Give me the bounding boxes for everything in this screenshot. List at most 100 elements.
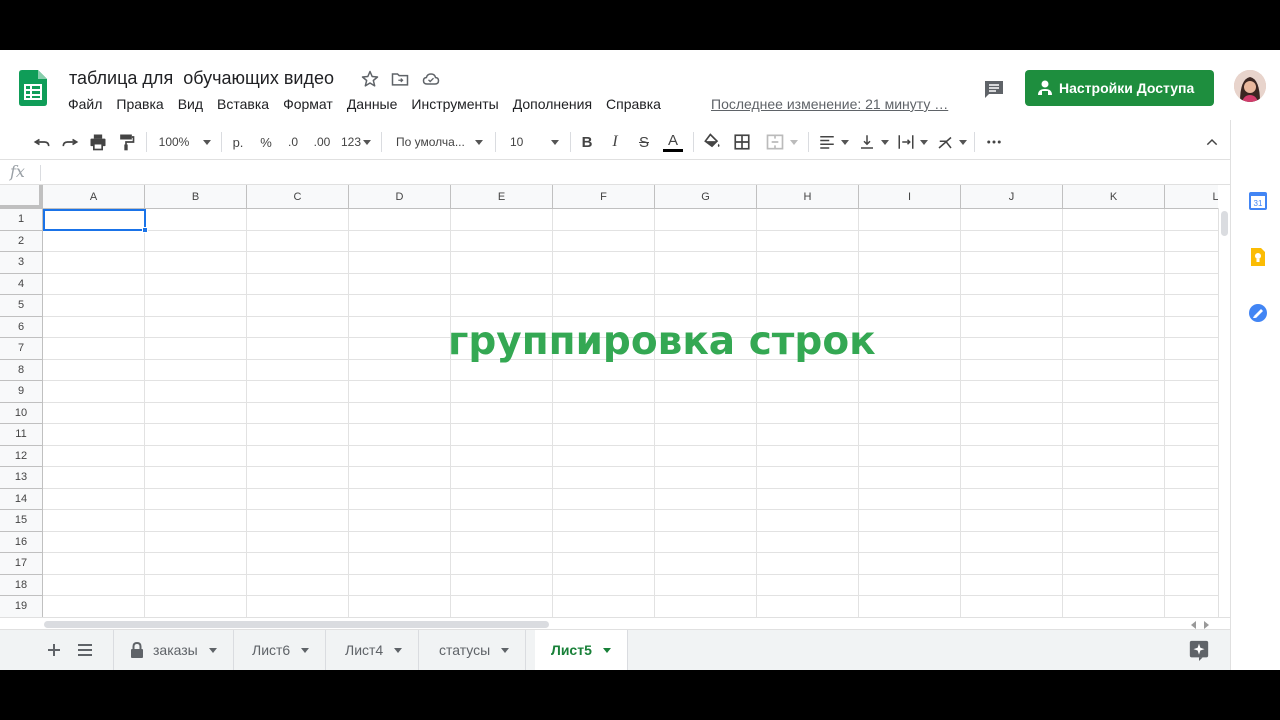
grid-cell[interactable] bbox=[859, 209, 961, 231]
comments-icon[interactable] bbox=[982, 77, 1006, 101]
menu-view[interactable]: Вид bbox=[178, 96, 203, 112]
grid-cell[interactable] bbox=[247, 596, 349, 617]
grid-cell[interactable] bbox=[859, 252, 961, 274]
grid-cell[interactable] bbox=[553, 467, 655, 489]
grid-cell[interactable] bbox=[349, 531, 451, 553]
grid-cell[interactable] bbox=[961, 295, 1063, 317]
grid-cell[interactable] bbox=[451, 252, 553, 274]
grid-cell[interactable] bbox=[655, 553, 757, 575]
grid-cell[interactable] bbox=[349, 510, 451, 532]
grid-cell[interactable] bbox=[247, 316, 349, 338]
grid-cell[interactable] bbox=[145, 359, 247, 381]
vertical-scrollbar[interactable] bbox=[1218, 208, 1230, 657]
grid-cell[interactable] bbox=[553, 209, 655, 231]
fill-handle[interactable] bbox=[142, 227, 148, 233]
rotate-icon[interactable] bbox=[934, 130, 968, 154]
grid-cell[interactable] bbox=[43, 488, 145, 510]
grid-cell[interactable] bbox=[1165, 338, 1218, 360]
column-header[interactable]: F bbox=[553, 185, 655, 209]
print-icon[interactable] bbox=[86, 130, 110, 154]
grid-cell[interactable] bbox=[961, 209, 1063, 231]
grid-cell[interactable] bbox=[1063, 338, 1165, 360]
grid-cell[interactable] bbox=[247, 252, 349, 274]
grid-cell[interactable] bbox=[757, 381, 859, 403]
grid-cell[interactable] bbox=[247, 445, 349, 467]
grid-cell[interactable] bbox=[1165, 359, 1218, 381]
grid-cell[interactable] bbox=[451, 402, 553, 424]
column-header[interactable]: H bbox=[757, 185, 859, 209]
strikethrough-icon[interactable]: S bbox=[633, 130, 655, 154]
grid-cell[interactable] bbox=[247, 574, 349, 596]
column-header[interactable]: K bbox=[1063, 185, 1165, 209]
grid-cell[interactable] bbox=[553, 510, 655, 532]
grid-cell[interactable] bbox=[349, 553, 451, 575]
grid-cell[interactable] bbox=[1165, 273, 1218, 295]
row-header[interactable]: 15 bbox=[0, 510, 43, 532]
grid-cell[interactable] bbox=[349, 273, 451, 295]
grid-cell[interactable] bbox=[349, 381, 451, 403]
grid-cell[interactable] bbox=[145, 574, 247, 596]
grid-cell[interactable] bbox=[859, 230, 961, 252]
grid-cell[interactable] bbox=[349, 424, 451, 446]
grid-cell[interactable] bbox=[961, 445, 1063, 467]
grid-cell[interactable] bbox=[43, 338, 145, 360]
grid-cell[interactable] bbox=[553, 295, 655, 317]
avatar[interactable] bbox=[1234, 70, 1266, 102]
last-edit-link[interactable]: Последнее изменение: 21 минуту … bbox=[711, 96, 948, 112]
grid-cell[interactable] bbox=[553, 252, 655, 274]
grid-cell[interactable] bbox=[43, 467, 145, 489]
grid-cell[interactable] bbox=[757, 467, 859, 489]
grid-cell[interactable] bbox=[757, 209, 859, 231]
grid-cell[interactable] bbox=[349, 295, 451, 317]
grid-cell[interactable] bbox=[43, 531, 145, 553]
row-header[interactable]: 1 bbox=[0, 209, 43, 231]
grid-cell[interactable] bbox=[961, 510, 1063, 532]
sheet-tab-list5[interactable]: Лист5 bbox=[535, 630, 628, 670]
decrease-decimals-button[interactable]: .0 bbox=[282, 130, 304, 154]
grid-cell[interactable] bbox=[247, 488, 349, 510]
row-header[interactable]: 6 bbox=[0, 316, 43, 338]
grid-cell[interactable] bbox=[757, 230, 859, 252]
sheet-tab-list4[interactable]: Лист4 bbox=[329, 630, 420, 670]
grid-cell[interactable] bbox=[145, 338, 247, 360]
grid-cell[interactable] bbox=[451, 381, 553, 403]
keep-icon[interactable] bbox=[1248, 247, 1268, 267]
grid-cell[interactable] bbox=[247, 338, 349, 360]
row-header[interactable]: 13 bbox=[0, 467, 43, 489]
grid-cell[interactable] bbox=[349, 467, 451, 489]
grid-cell[interactable] bbox=[859, 531, 961, 553]
grid-cell[interactable] bbox=[349, 230, 451, 252]
grid-cell[interactable] bbox=[1063, 553, 1165, 575]
grid-cell[interactable] bbox=[451, 531, 553, 553]
sheet-tab-list6[interactable]: Лист6 bbox=[236, 630, 327, 670]
grid-cell[interactable] bbox=[43, 445, 145, 467]
grid-cell[interactable] bbox=[757, 553, 859, 575]
grid-cell[interactable] bbox=[961, 488, 1063, 510]
grid-cell[interactable] bbox=[655, 445, 757, 467]
grid-cell[interactable] bbox=[859, 295, 961, 317]
grid-cell[interactable] bbox=[859, 510, 961, 532]
row-header[interactable]: 16 bbox=[0, 531, 43, 553]
grid-cell[interactable] bbox=[655, 531, 757, 553]
grid-cell[interactable] bbox=[655, 230, 757, 252]
grid-cell[interactable] bbox=[43, 273, 145, 295]
row-header[interactable]: 5 bbox=[0, 295, 43, 317]
grid-cell[interactable] bbox=[553, 553, 655, 575]
percent-format-button[interactable]: % bbox=[256, 130, 276, 154]
grid-cell[interactable] bbox=[451, 424, 553, 446]
grid-cell[interactable] bbox=[961, 574, 1063, 596]
grid-cell[interactable] bbox=[349, 209, 451, 231]
menu-tools[interactable]: Инструменты bbox=[411, 96, 498, 112]
grid-cell[interactable] bbox=[553, 402, 655, 424]
horizontal-scroll-thumb[interactable] bbox=[44, 621, 549, 628]
grid-cell[interactable] bbox=[247, 510, 349, 532]
wrap-icon[interactable] bbox=[895, 130, 929, 154]
grid-cell[interactable] bbox=[553, 424, 655, 446]
grid-cell[interactable] bbox=[43, 402, 145, 424]
zoom-select[interactable]: 100% bbox=[155, 130, 215, 154]
column-header[interactable]: J bbox=[961, 185, 1063, 209]
italic-icon[interactable]: I bbox=[604, 130, 626, 154]
grid-cell[interactable] bbox=[145, 531, 247, 553]
grid-cell[interactable] bbox=[655, 467, 757, 489]
grid-cell[interactable] bbox=[1165, 295, 1218, 317]
